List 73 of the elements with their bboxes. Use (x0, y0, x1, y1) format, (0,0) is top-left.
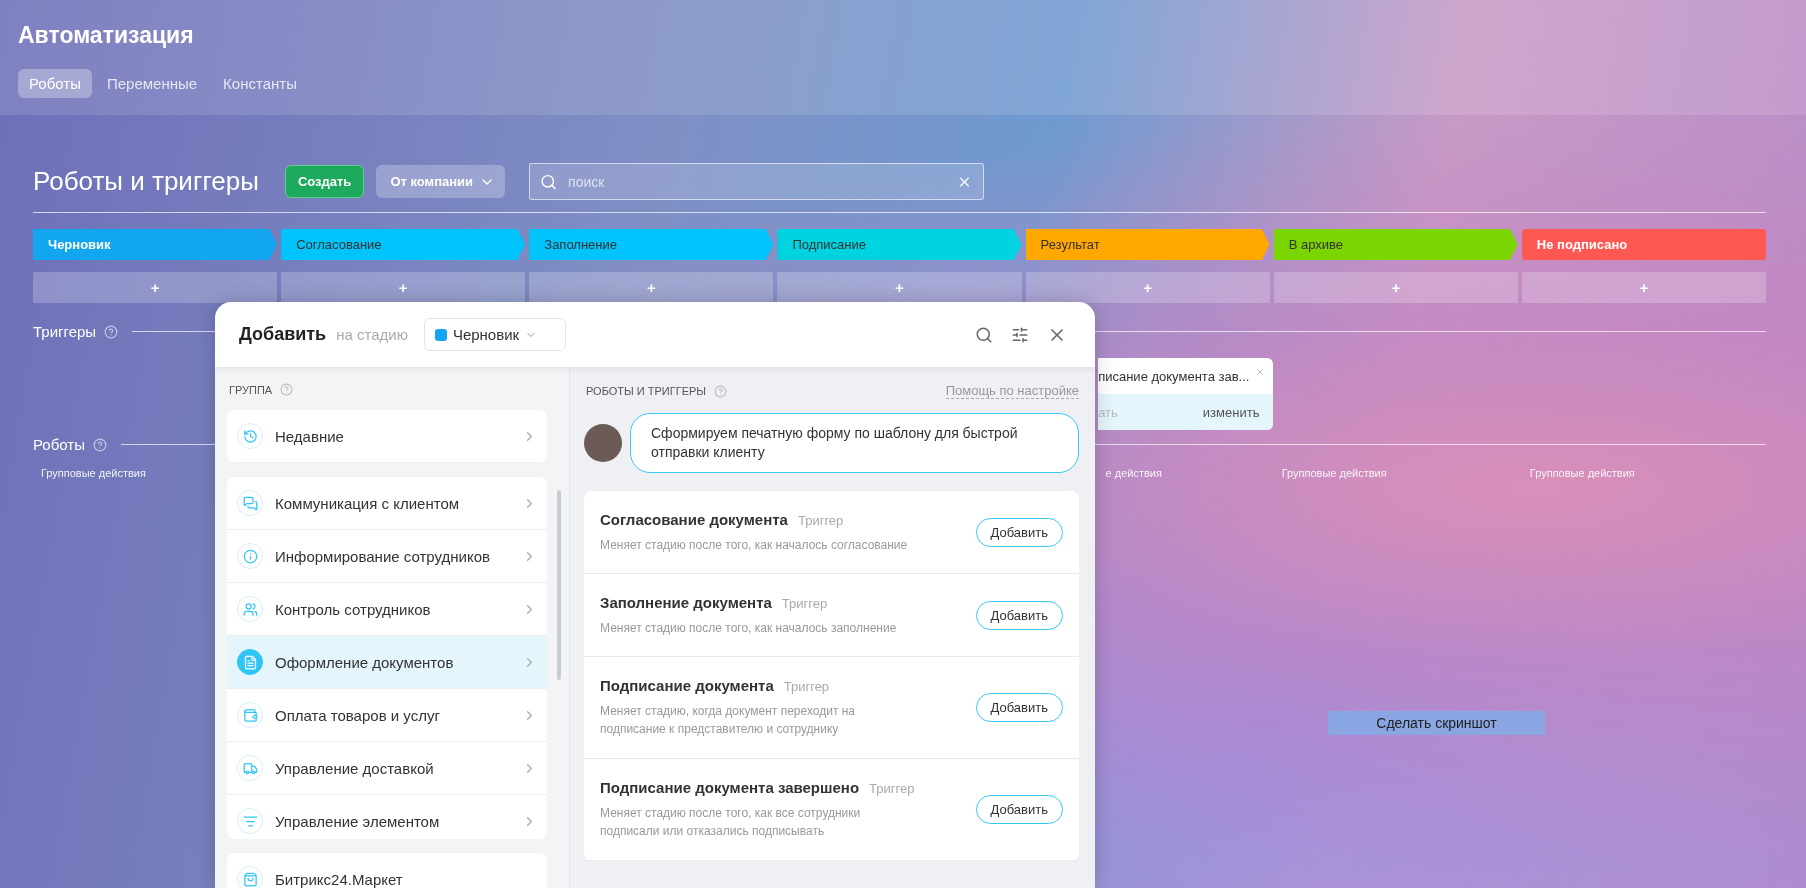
stage-header: В архиве (1273, 229, 1518, 260)
search-field[interactable]: поиск (529, 163, 985, 200)
stage-header: Черновик (33, 229, 278, 260)
group-icon (237, 596, 263, 622)
stage-header: Не подписано (1521, 229, 1766, 260)
item-title: Подписание документа (600, 677, 774, 694)
group-icon (237, 543, 263, 569)
item-tag: Триггер (797, 512, 844, 528)
add-button[interactable]: + (1025, 272, 1270, 303)
item-tag: Триггер (781, 595, 828, 611)
page-title: Автоматизация (18, 22, 194, 49)
item-title: Подписание документа завершено (600, 779, 860, 796)
add-button[interactable]: + (1273, 272, 1518, 303)
search-icon (975, 325, 993, 344)
group-item[interactable]: Оформление документов (227, 636, 547, 689)
tab[interactable]: Константы (212, 69, 308, 98)
panel-heading: ГРУППА (229, 383, 273, 396)
trigger-action: ать (1098, 404, 1118, 420)
edit-link[interactable]: изменить (1202, 404, 1260, 420)
add-button[interactable]: + (529, 272, 774, 303)
group-actions-link[interactable]: е действия (1105, 467, 1162, 479)
group-actions-link[interactable]: Групповые действия (1529, 467, 1635, 479)
group-icon (237, 490, 263, 516)
stage-label: на стадию (336, 326, 408, 343)
add-button[interactable]: + (777, 272, 1022, 303)
stage-selector[interactable]: Черновик (423, 318, 567, 351)
stage-header: Подписание (777, 229, 1022, 260)
tip-bubble: Сформируем печатную форму по шаблону для быстрой отправки клиенту (630, 413, 1079, 473)
tab[interactable]: Переменные (95, 69, 209, 98)
section-label: Роботы (33, 436, 85, 453)
group-icon (237, 808, 263, 834)
stage-header: Заполнение (529, 229, 774, 260)
item-description: Меняет стадию после того, как все сотрудники подписали или отказались подписывать (600, 805, 862, 840)
group-actions-link[interactable]: Групповые действия (41, 467, 146, 479)
group-icon (237, 755, 263, 781)
avatar (584, 424, 622, 462)
section-title: Роботы и триггеры (33, 166, 259, 197)
item-description: Меняет стадию после того, как началось согласование (600, 536, 909, 554)
item-tag: Триггер (783, 679, 830, 694)
add-button[interactable]: Добавить (975, 600, 1063, 630)
history-icon (237, 423, 263, 449)
stage-header: Согласование (281, 229, 526, 260)
item-title: Согласование документа (600, 510, 788, 528)
stage-header: Результат (1025, 229, 1270, 260)
create-button[interactable]: Создать (284, 165, 365, 198)
help-link[interactable]: Помощь по настройке (945, 383, 1079, 399)
screenshot-button[interactable]: Сделать скриншот (1328, 711, 1545, 735)
trigger-title: писание документа зав... (1098, 369, 1250, 386)
add-button[interactable]: + (33, 272, 278, 303)
panel-heading: РОБОТЫ И ТРИГГЕРЫ (586, 385, 707, 397)
group-icon (237, 649, 263, 675)
help-icon (104, 324, 119, 339)
item-description: Меняет стадию, когда документ переходит на подписание к представителю и сотруднику (600, 703, 857, 738)
item-tag: Триггер (869, 781, 915, 796)
add-button[interactable]: Добавить (975, 795, 1063, 824)
group-actions-link[interactable]: Групповые действия (1281, 467, 1387, 479)
help-icon (280, 383, 294, 396)
item-title: Заполнение документа (600, 593, 772, 611)
filter-dropdown[interactable]: От компании (376, 165, 506, 198)
add-button[interactable]: + (281, 272, 526, 303)
add-button[interactable]: Добавить (975, 693, 1063, 722)
help-icon (92, 437, 107, 452)
help-icon (714, 384, 728, 398)
search-icon (540, 173, 558, 190)
group-icon (237, 702, 263, 728)
add-button[interactable]: Добавить (975, 517, 1063, 547)
add-button[interactable]: + (1521, 272, 1766, 303)
section-label: Триггеры (33, 323, 97, 340)
tab[interactable]: Роботы (18, 69, 92, 98)
shopping-bag-icon (237, 866, 263, 888)
dialog-title: Добавить (239, 324, 327, 345)
item-description: Меняет стадию после того, как началось заполнение (600, 619, 898, 637)
sliders-icon (1011, 325, 1029, 344)
